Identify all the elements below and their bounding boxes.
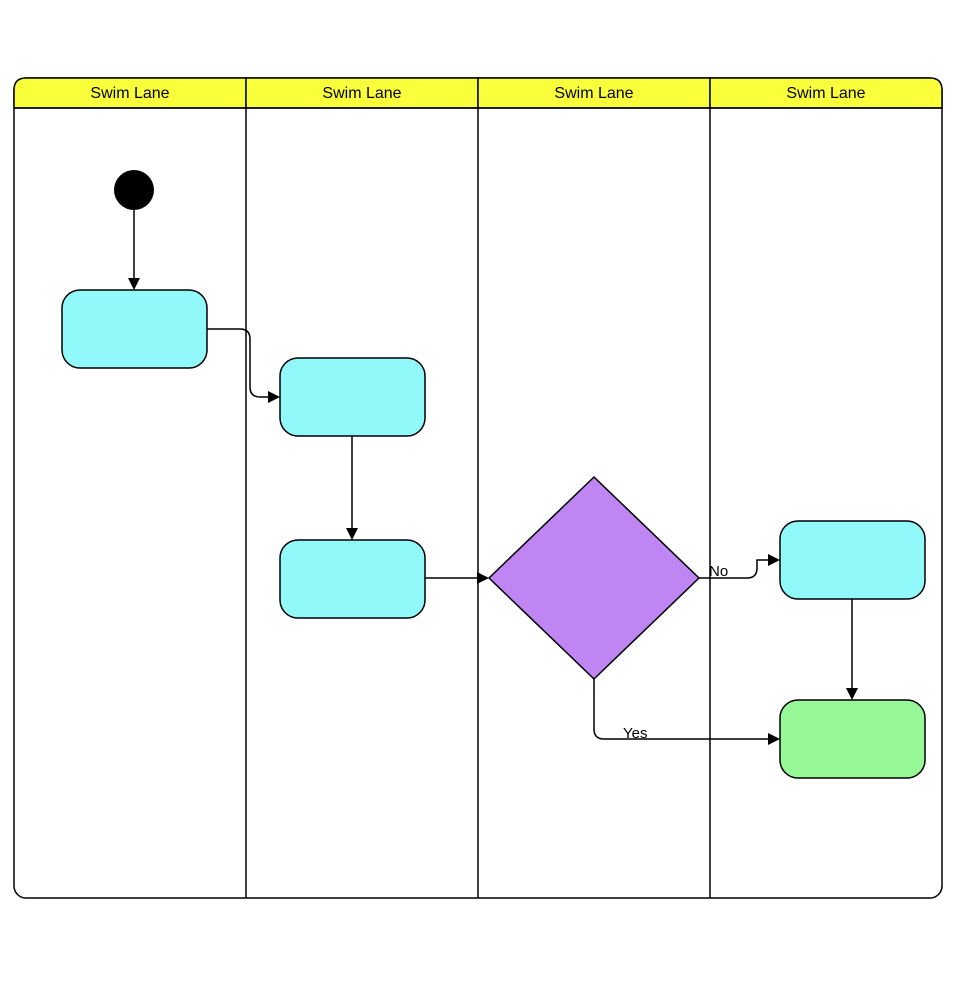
activity-3: [280, 540, 425, 618]
activity-1: [62, 290, 207, 368]
activity-2: [280, 358, 425, 436]
activity-5: [780, 700, 925, 778]
lane-3-label: Swim Lane: [554, 85, 633, 102]
branch-label-yes: Yes: [623, 725, 647, 742]
lane-4-label: Swim Lane: [786, 85, 865, 102]
branch-label-no: No: [709, 563, 728, 580]
lane-2-label: Swim Lane: [322, 85, 401, 102]
start-node: [114, 170, 154, 210]
swimlane-diagram: Swim Lane Swim Lane Swim Lane Swim Lane …: [0, 0, 958, 1008]
lane-1-label: Swim Lane: [90, 85, 169, 102]
activity-4: [780, 521, 925, 599]
